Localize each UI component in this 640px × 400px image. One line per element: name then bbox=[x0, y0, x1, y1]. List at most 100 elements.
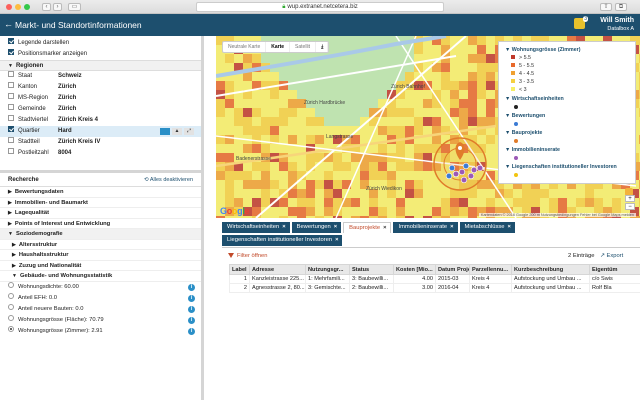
tab-bauprojekte[interactable]: Bauprojekte × bbox=[343, 222, 392, 233]
checkbox-icon[interactable] bbox=[8, 38, 14, 45]
checkbox-icon[interactable] bbox=[8, 115, 14, 122]
checkbox-icon[interactable] bbox=[8, 137, 14, 144]
recherche-section[interactable]: ▶ Bewertungsdaten bbox=[0, 187, 201, 198]
checkbox-icon[interactable] bbox=[8, 104, 14, 111]
recherche-section[interactable]: ▶ Points of Interest und Entwicklung bbox=[0, 219, 201, 229]
info-icon[interactable]: i bbox=[188, 294, 195, 302]
column-header[interactable]: Nutzungsgr... bbox=[305, 264, 350, 275]
column-header[interactable]: Kosten [Mio... bbox=[393, 264, 436, 275]
map-type-karte[interactable]: Karte bbox=[266, 42, 291, 52]
zoom-window-icon[interactable] bbox=[24, 4, 30, 10]
table-row[interactable]: 2 Agnesstrasse 2, 80... 3: Gemischte... 2: … bbox=[229, 283, 640, 293]
column-header[interactable]: Eigentüm bbox=[589, 264, 640, 275]
recherche-subsection[interactable]: ▼ Gebäude- und Wohnungsstatistik bbox=[0, 271, 201, 282]
download-icon[interactable]: ⤓ bbox=[316, 42, 329, 52]
tab-bewertungen[interactable]: Bewertungen × bbox=[291, 222, 342, 233]
checkbox-icon[interactable] bbox=[8, 49, 14, 56]
close-tab-icon[interactable]: × bbox=[335, 237, 338, 243]
region-row[interactable]: Gemeinde Zürich bbox=[0, 104, 201, 115]
region-row[interactable]: Stadtteil Zürich Kreis IV bbox=[0, 137, 201, 148]
info-icon[interactable]: i bbox=[188, 283, 195, 291]
region-row[interactable]: Staat Schweiz bbox=[0, 71, 201, 82]
option-legend[interactable]: Legende darstellen bbox=[0, 38, 201, 49]
table-cell: Agnesstrasse 2, 80... bbox=[249, 283, 306, 293]
recherche-subsection[interactable]: ▶ Haushaltsstruktur bbox=[0, 250, 201, 261]
info-icon[interactable]: i bbox=[188, 316, 195, 324]
radio-icon[interactable] bbox=[8, 325, 14, 332]
zoom-in-button[interactable]: + bbox=[625, 195, 635, 202]
stat-option[interactable]: Anteil EFH: 0.0 i bbox=[0, 292, 201, 304]
checkbox-icon[interactable] bbox=[8, 82, 14, 89]
export-button[interactable]: ↗ Export bbox=[600, 253, 623, 259]
radio-icon[interactable] bbox=[8, 314, 14, 321]
legend-layer[interactable]: ▼ Bewertungen bbox=[505, 112, 629, 120]
forward-icon[interactable]: › bbox=[53, 3, 62, 11]
radio-icon[interactable] bbox=[8, 303, 14, 310]
caret-up-icon[interactable]: ▲ bbox=[172, 128, 182, 135]
legend-layer[interactable]: ▼ Wirtschaftseinheiten bbox=[505, 95, 629, 103]
recherche-subsection[interactable]: ▶ Zuzug und Nationalität bbox=[0, 261, 201, 271]
stat-option[interactable]: Wohnungsdichte: 60.00 i bbox=[0, 281, 201, 293]
close-tab-icon[interactable]: × bbox=[383, 225, 386, 231]
legend-layer[interactable]: ▼ Immobilieninserate bbox=[505, 146, 629, 154]
map-type-satellit[interactable]: Satellit bbox=[290, 42, 317, 52]
map-view[interactable]: Neutrale Karte Karte Satellit ⤓ Zürich B… bbox=[216, 36, 640, 218]
region-row[interactable]: Postleitzahl 8004 bbox=[0, 148, 201, 159]
close-tab-icon[interactable]: × bbox=[507, 224, 510, 230]
heat-cell bbox=[306, 180, 315, 189]
minimize-window-icon[interactable] bbox=[15, 4, 21, 10]
regionen-header[interactable]: ▼ Regionen bbox=[0, 60, 201, 71]
region-row[interactable]: Kanton Zürich bbox=[0, 82, 201, 93]
region-row[interactable]: MS-Region Zürich bbox=[0, 93, 201, 104]
recherche-section[interactable]: ▶ Lagequalität bbox=[0, 208, 201, 219]
url-bar[interactable]: 🔒︎ wup.extranet.netcetera.biz bbox=[196, 2, 444, 12]
recherche-section[interactable]: ▼ Soziodemografie bbox=[0, 229, 201, 240]
column-header[interactable]: Status bbox=[349, 264, 394, 275]
column-header[interactable]: Kurzbeschreibung bbox=[511, 264, 590, 275]
recherche-subsection[interactable]: ▶ Altersstruktur bbox=[0, 240, 201, 250]
checkbox-icon[interactable] bbox=[8, 126, 14, 133]
region-row[interactable]: Stadtviertel Zürich Kreis 4 bbox=[0, 115, 201, 126]
tab-mietabschlüsse[interactable]: Mietabschlüsse × bbox=[459, 222, 515, 233]
close-tab-icon[interactable]: × bbox=[282, 224, 285, 230]
column-header[interactable]: Label bbox=[229, 264, 250, 275]
back-arrow-icon[interactable]: ← bbox=[4, 19, 13, 29]
filter-button[interactable]: Filter öffnen bbox=[228, 253, 268, 259]
tab-wirtschaftseinheiten[interactable]: Wirtschaftseinheiten × bbox=[222, 222, 290, 233]
legend-layer[interactable]: ▼ Bauprojekte bbox=[505, 129, 629, 137]
back-icon[interactable]: ‹ bbox=[42, 3, 51, 11]
tab-immobilieninserate[interactable]: Immobilieninserate × bbox=[393, 222, 458, 233]
info-icon[interactable]: i bbox=[188, 305, 195, 313]
sidebar-icon[interactable]: ▭ bbox=[68, 3, 81, 11]
checkbox-icon[interactable] bbox=[8, 148, 14, 155]
column-header[interactable]: Datum Proje... bbox=[435, 264, 470, 275]
close-tab-icon[interactable]: × bbox=[334, 224, 337, 230]
tabs-icon[interactable]: ⧉ bbox=[615, 3, 627, 11]
expand-icon[interactable]: ⤢ bbox=[184, 128, 194, 135]
region-row[interactable]: Quartier Hard ▲ ⤢ bbox=[0, 126, 201, 137]
close-tab-icon[interactable]: × bbox=[450, 224, 453, 230]
map-type-neutral[interactable]: Neutrale Karte bbox=[223, 42, 267, 52]
color-swatch[interactable] bbox=[160, 128, 170, 135]
radio-icon[interactable] bbox=[8, 292, 14, 299]
checkbox-icon[interactable] bbox=[8, 93, 14, 100]
checkbox-icon[interactable] bbox=[8, 71, 14, 78]
close-window-icon[interactable] bbox=[6, 4, 12, 10]
info-icon[interactable]: i bbox=[188, 327, 195, 335]
deactivate-all-button[interactable]: ⟲ Alles deaktivieren bbox=[144, 173, 193, 187]
notification-icon[interactable]: 3 bbox=[574, 16, 588, 29]
stat-option[interactable]: Wohnungsgrösse (Fläche): 70.79 i bbox=[0, 314, 201, 326]
user-menu[interactable]: Will Smith Datalbox A bbox=[600, 17, 634, 33]
recherche-section[interactable]: ▶ Immobilien- und Baumarkt bbox=[0, 198, 201, 208]
share-icon[interactable]: ⇧ bbox=[600, 3, 612, 11]
zoom-out-button[interactable]: − bbox=[625, 203, 635, 210]
table-row[interactable]: 1 Kanzleistrasse 225... 1: Mehrfamili... 3:… bbox=[229, 274, 640, 284]
column-header[interactable]: Adresse bbox=[249, 264, 306, 275]
stat-option[interactable]: Anteil neuere Bauten: 0.0 i bbox=[0, 303, 201, 315]
stat-option[interactable]: Wohnungsgrösse (Zimmer): 2.91 i bbox=[0, 325, 201, 337]
column-header[interactable]: Parzellennu... bbox=[469, 264, 512, 275]
legend-layer[interactable]: ▼ Liegenschaften institutioneller Invest… bbox=[505, 163, 629, 171]
radio-icon[interactable] bbox=[8, 281, 14, 288]
option-position-marker[interactable]: Positionsmarker anzeigen bbox=[0, 49, 201, 60]
tab-liegenschaften-institutioneller-investoren[interactable]: Liegenschaften institutioneller Investor… bbox=[222, 235, 343, 246]
